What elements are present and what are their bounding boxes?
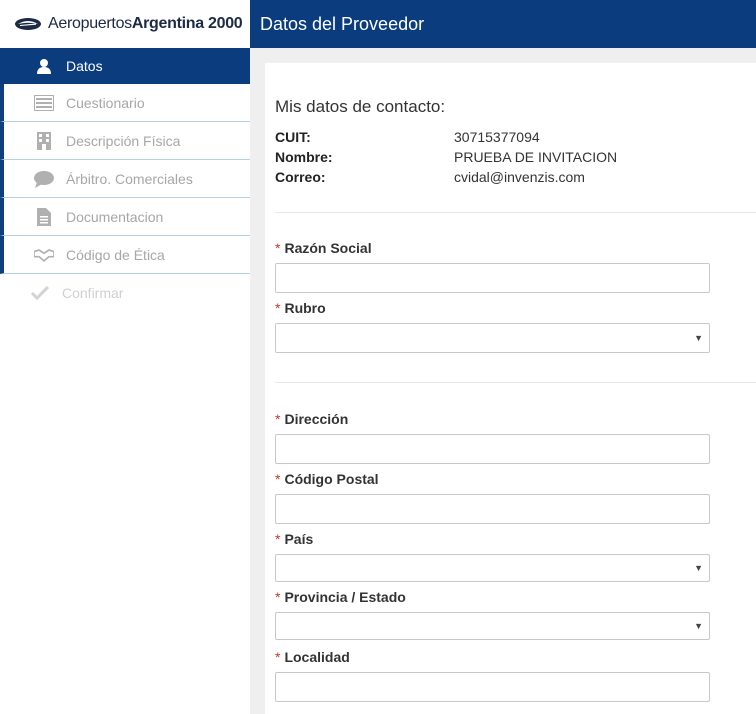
sidebar-item-label: Confirmar [62, 285, 124, 301]
required-mark: * [275, 300, 281, 316]
dropdown-arrow-icon: ▼ [694, 333, 703, 343]
direccion-input[interactable] [275, 434, 710, 464]
sidebar-item-datos[interactable]: Datos [0, 48, 250, 84]
sidebar-item-codigo-de-etica[interactable]: Código de Ética [0, 236, 250, 274]
pais-label: * País [275, 531, 314, 547]
contact-row-nombre: Nombre: PRUEBA DE INVITACION [275, 149, 617, 167]
required-mark: * [275, 531, 281, 547]
sidebar-item-confirmar[interactable]: Confirmar [0, 274, 250, 312]
info-key: CUIT: [275, 129, 311, 145]
info-key: Correo: [275, 169, 326, 185]
provincia-estado-select[interactable]: ▼ [275, 612, 710, 640]
info-key: Nombre: [275, 149, 333, 165]
contact-section-title: Mis datos de contacto: [275, 97, 446, 116]
razon-social-input[interactable] [275, 263, 710, 293]
airplane-logo-icon [15, 18, 41, 30]
sidebar-item-arbitro-comerciales[interactable]: Árbitro. Comerciales [0, 160, 250, 198]
checkmark-icon [30, 283, 50, 303]
localidad-label: * Localidad [275, 649, 350, 665]
handshake-icon [34, 245, 54, 265]
sidebar-item-label: Árbitro. Comerciales [66, 170, 193, 187]
rubro-label: * Rubro [275, 300, 326, 316]
direccion-label: * Dirección [275, 411, 349, 427]
form-panel: Mis datos de contacto: CUIT: 30715377094… [265, 63, 756, 714]
sidebar-item-label: Datos [66, 58, 103, 74]
section-divider [275, 212, 756, 213]
page-header: Datos del Proveedor [250, 0, 756, 48]
user-icon [34, 56, 54, 76]
brand-logo[interactable]: AeropuertosArgentina 2000 [0, 0, 250, 48]
dropdown-arrow-icon: ▼ [694, 621, 703, 631]
sidebar-item-documentacion[interactable]: Documentacion [0, 198, 250, 236]
codigo-postal-input[interactable] [275, 494, 710, 524]
required-mark: * [275, 240, 281, 256]
sidebar-item-label: Documentacion [66, 208, 164, 225]
sidebar-item-cuestionario[interactable]: Cuestionario [0, 84, 250, 122]
codigo-postal-label: * Código Postal [275, 471, 379, 487]
sidebar-item-descripcion-fisica[interactable]: Descripción Física [0, 122, 250, 160]
provincia-estado-label: * Provincia / Estado [275, 589, 406, 605]
brand-name: AeropuertosArgentina 2000 [48, 15, 243, 32]
list-icon [34, 93, 54, 113]
main-content: Mis datos de contacto: CUIT: 30715377094… [250, 48, 756, 714]
sidebar-item-label: Cuestionario [66, 94, 145, 111]
page-title: Datos del Proveedor [260, 13, 425, 34]
dropdown-arrow-icon: ▼ [694, 563, 703, 573]
section-divider [275, 382, 756, 383]
razon-social-label: * Razón Social [275, 240, 372, 256]
required-mark: * [275, 589, 281, 605]
localidad-input[interactable] [275, 672, 710, 702]
required-mark: * [275, 471, 281, 487]
required-mark: * [275, 649, 281, 665]
speech-bubble-icon [34, 169, 54, 189]
rubro-select[interactable]: ▼ [275, 323, 710, 353]
sidebar-item-label: Código de Ética [66, 246, 165, 263]
info-value: cvidal@invenzis.com [454, 169, 585, 185]
info-value: PRUEBA DE INVITACION [454, 149, 618, 165]
document-icon [34, 207, 54, 227]
pais-select[interactable]: ▼ [275, 554, 710, 582]
required-mark: * [275, 411, 281, 427]
info-value: 30715377094 [454, 129, 540, 145]
contact-row-correo: Correo: cvidal@invenzis.com [275, 169, 585, 187]
sidebar: AeropuertosArgentina 2000 Datos Cuestion… [0, 0, 250, 714]
contact-row-cuit: CUIT: 30715377094 [275, 129, 540, 147]
sidebar-item-label: Descripción Física [66, 132, 181, 149]
building-icon [34, 131, 54, 151]
